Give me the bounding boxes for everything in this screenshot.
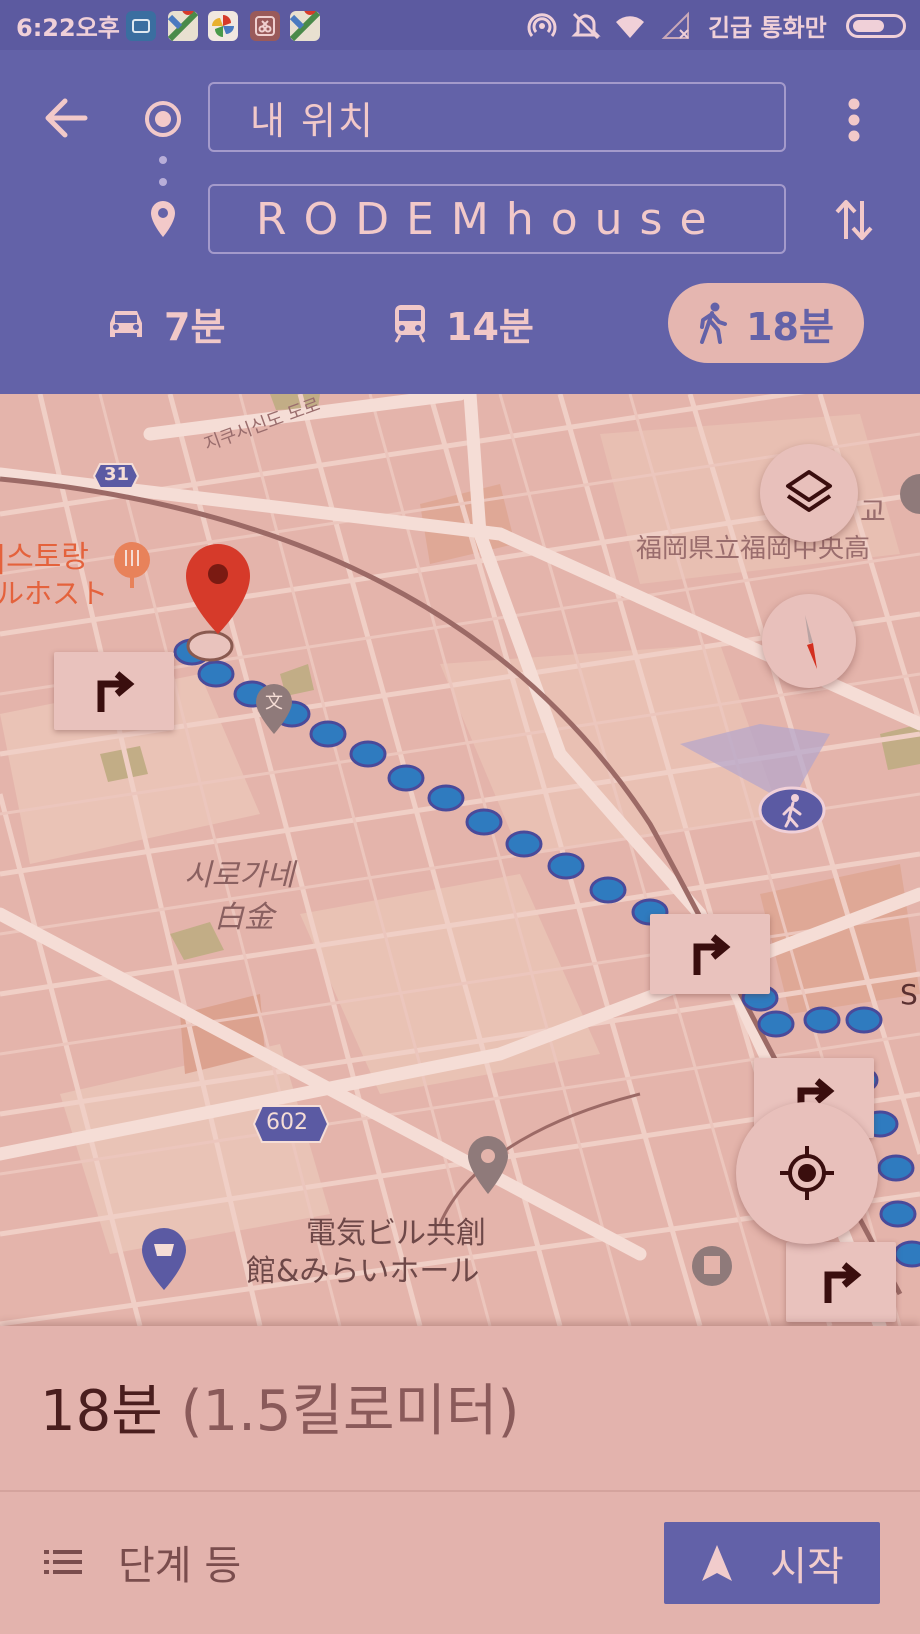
google-maps-icon xyxy=(289,3,321,42)
start-navigation-button[interactable]: 시작 xyxy=(664,1522,880,1604)
pinwheel-icon xyxy=(208,11,238,41)
emergency-calls-text: 긴급 통화만 xyxy=(708,14,827,42)
google-maps-icon xyxy=(167,3,199,42)
no-signal-icon xyxy=(660,10,692,42)
walk-time: 18분 xyxy=(746,304,834,349)
compass-icon xyxy=(805,615,817,669)
turn-right-icon xyxy=(693,934,731,975)
scissors-app-icon xyxy=(250,11,280,41)
route-31-label: 31 xyxy=(104,464,130,485)
steps-button[interactable]: 단계 등 xyxy=(44,1532,241,1592)
my-location-button[interactable] xyxy=(736,1102,878,1244)
summary-time: 18분 xyxy=(40,1379,163,1444)
wifi-icon xyxy=(614,10,646,42)
layers-icon xyxy=(786,470,832,512)
destination-pin-icon xyxy=(140,196,186,242)
my-location-icon xyxy=(780,1146,834,1200)
route-dot xyxy=(505,830,543,858)
battery-level xyxy=(853,20,884,32)
divider xyxy=(0,1490,920,1492)
hotspot-icon xyxy=(526,10,558,42)
drive-time: 7분 xyxy=(164,304,226,349)
list-icon xyxy=(44,1550,82,1574)
turn-marker-1[interactable] xyxy=(54,652,174,730)
route-602-label: 602 xyxy=(266,1110,308,1135)
route-dot xyxy=(349,740,387,768)
car-icon xyxy=(110,311,142,337)
navigation-arrow-icon xyxy=(702,1545,733,1581)
route-dot xyxy=(547,852,585,880)
swap-button[interactable] xyxy=(822,188,886,252)
directions-header: 내 위치 RODEMhouse 7분 14분 18분 xyxy=(0,50,920,394)
turn-right-icon xyxy=(97,671,135,712)
building-poi-icon xyxy=(692,1246,732,1286)
start-label: 시작 xyxy=(770,1544,844,1590)
mode-transit[interactable]: 14분 xyxy=(392,283,534,363)
map-view[interactable]: 文 지쿠시신도 도로 31 602 |스토랑 ルホスト 교 福岡県立福岡中央高 … xyxy=(0,394,920,1326)
building-label-line2: 館&みらいホール xyxy=(246,1254,480,1289)
mute-icon xyxy=(570,10,602,42)
area-label-japanese: 白金 xyxy=(214,900,274,935)
route-dot xyxy=(589,876,627,904)
status-time: 6:22오후 xyxy=(16,14,120,42)
turn-marker-2[interactable] xyxy=(650,914,770,994)
route-summary-sheet[interactable]: 18분 (1.5킬로미터) 단계 등 시작 xyxy=(0,1326,920,1634)
route-dot xyxy=(803,1006,841,1034)
more-options-button[interactable] xyxy=(826,90,882,150)
back-arrow-icon xyxy=(45,98,88,138)
swap-vert-icon xyxy=(835,200,873,240)
compass-button[interactable] xyxy=(762,594,856,688)
origin-field[interactable]: 내 위치 xyxy=(208,82,786,152)
turn-marker-4[interactable] xyxy=(786,1242,896,1322)
transit-time: 14분 xyxy=(446,304,534,349)
svg-text:文: 文 xyxy=(265,692,283,713)
route-dot xyxy=(893,1240,920,1268)
train-icon xyxy=(394,305,426,343)
route-dot xyxy=(465,808,503,836)
route-summary: 18분 (1.5킬로미터) xyxy=(40,1366,519,1447)
route-dot xyxy=(197,660,235,688)
route-dot xyxy=(427,784,465,812)
steps-label: 단계 등 xyxy=(118,1543,242,1589)
status-bar: 6:22오후 긴급 통화만 xyxy=(0,0,920,50)
mi-home-icon xyxy=(126,11,156,41)
more-vert-icon xyxy=(848,98,860,142)
route-dot xyxy=(877,1154,915,1182)
back-button[interactable] xyxy=(36,88,96,148)
route-dot xyxy=(845,1006,883,1034)
route-dot xyxy=(879,1200,917,1228)
route-dot xyxy=(757,1010,795,1038)
mode-walk-selected[interactable]: 18분 xyxy=(668,283,864,363)
mode-drive[interactable]: 7분 xyxy=(106,283,225,363)
current-location-walker-icon xyxy=(758,786,826,834)
origin-marker-icon xyxy=(140,96,186,142)
restaurant-korean-label: |스토랑 xyxy=(0,540,89,575)
walk-icon xyxy=(700,302,728,344)
edge-label: S xyxy=(900,978,918,1011)
route-dot xyxy=(387,764,425,792)
restaurant-japanese-label: ルホスト xyxy=(0,577,109,610)
destination-field[interactable]: RODEMhouse xyxy=(208,184,786,254)
map-layers-button[interactable] xyxy=(760,444,858,542)
area-label-korean: 시로가네 xyxy=(184,858,295,893)
school-korean-label: 교 xyxy=(860,495,886,528)
route-dot xyxy=(309,720,347,748)
battery-icon xyxy=(846,14,906,38)
turn-right-icon xyxy=(824,1262,862,1303)
summary-distance: (1.5킬로미터) xyxy=(180,1379,520,1444)
